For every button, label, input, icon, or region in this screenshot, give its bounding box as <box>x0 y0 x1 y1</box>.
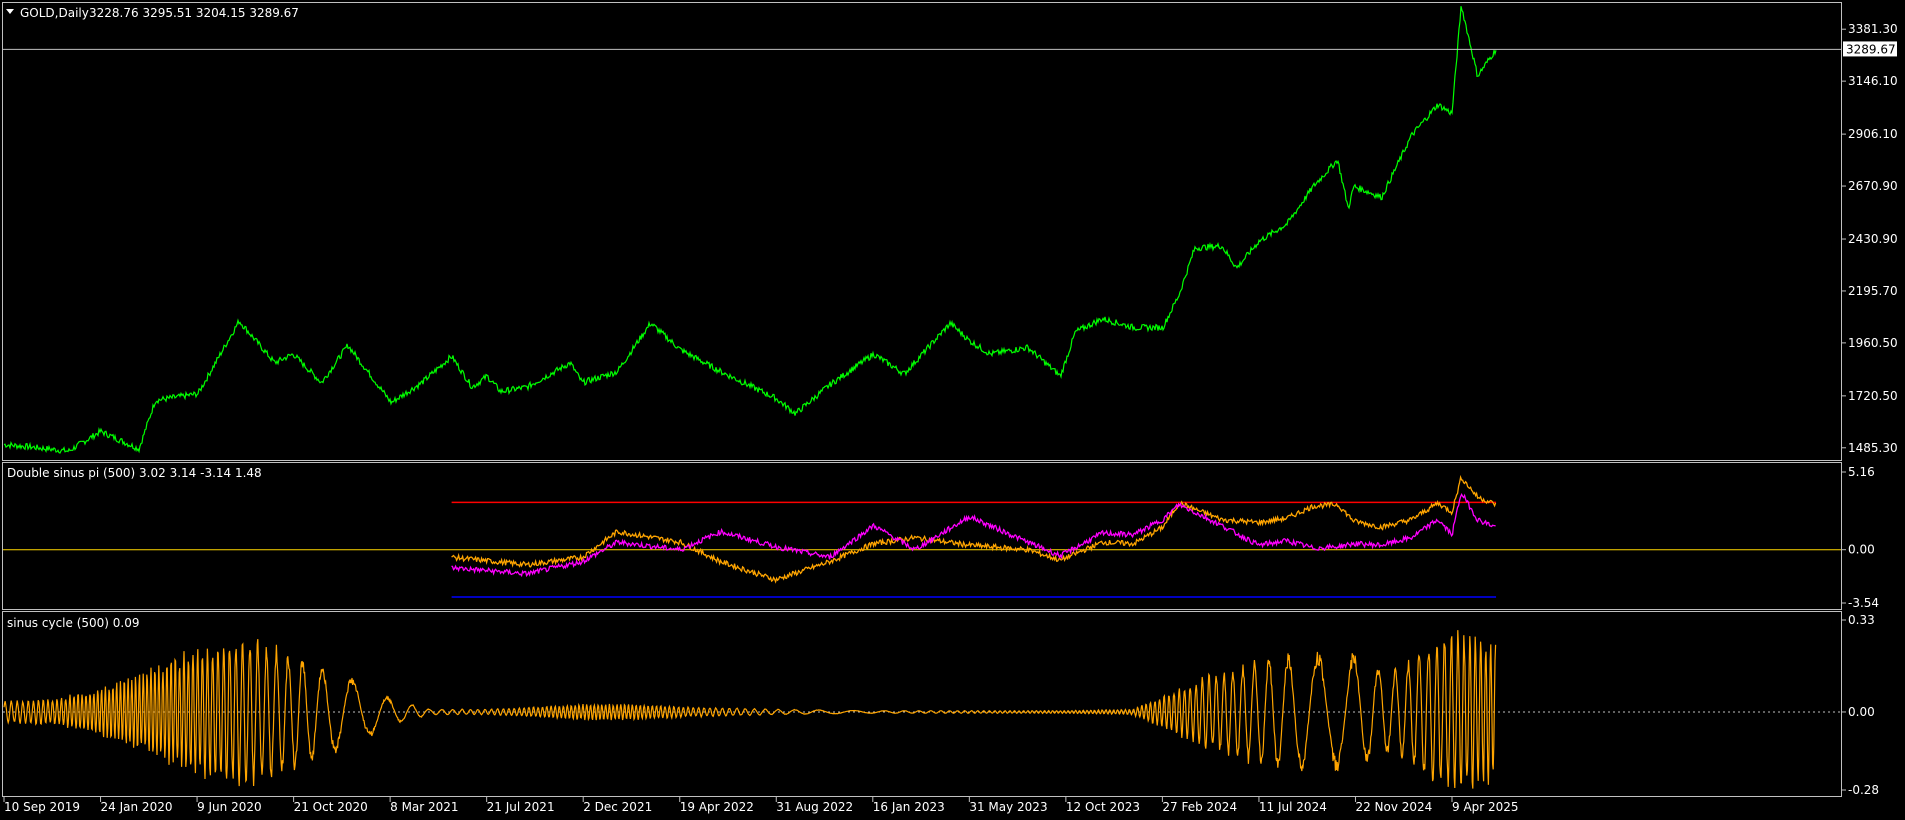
x-tick-label: 2 Dec 2021 <box>583 800 652 814</box>
x-tick-label: 8 Mar 2021 <box>390 800 458 814</box>
x-tick-label: 10 Sep 2019 <box>4 800 80 814</box>
x-axis-labels: 10 Sep 2019 24 Jan 2020 9 Jun 2020 21 Oct 2… <box>3 797 1519 814</box>
double-sinus-y-tick-label: 5.16 <box>1848 465 1875 479</box>
price-y-tick-label: 1720.50 <box>1848 389 1898 403</box>
x-tick-label: 16 Jan 2023 <box>873 800 945 814</box>
x-tick-label: 31 Aug 2022 <box>776 800 853 814</box>
double-sinus-title: Double sinus pi (500) 3.02 3.14 -3.14 1.… <box>7 466 262 480</box>
double-sinus-line-0 <box>451 474 1497 584</box>
sinus-cycle-y-tick-label: 0.33 <box>1848 613 1875 627</box>
current-price-badge-label: 3289.67 <box>1846 42 1896 56</box>
sinus-cycle-line <box>3 630 1497 789</box>
price-series-group <box>3 6 1841 454</box>
double-sinus-y-tick-label: -3.54 <box>1848 596 1879 610</box>
sinus-cycle-y-tick-label: 0.00 <box>1848 705 1875 719</box>
double-sinus-group <box>3 474 1841 598</box>
ohlc-values: 3228.76 3295.51 3204.15 3289.67 <box>89 6 299 20</box>
sinus-cycle-y-tick-label: -0.28 <box>1848 783 1879 797</box>
x-tick-label: 27 Feb 2024 <box>1162 800 1237 814</box>
double-sinus-y-tick-label: 0.00 <box>1848 543 1875 557</box>
price-y-tick-label: 1485.30 <box>1848 441 1898 455</box>
price-y-tick-label: 1960.50 <box>1848 336 1898 350</box>
x-tick-label: 22 Nov 2024 <box>1355 800 1432 814</box>
price-y-tick-label: 3381.30 <box>1848 22 1898 36</box>
price-y-tick-label: 2670.90 <box>1848 179 1898 193</box>
gold-price-line <box>3 6 1497 454</box>
sinus-cycle-title: sinus cycle (500) 0.09 <box>7 616 140 630</box>
x-tick-label: 19 Apr 2022 <box>680 800 754 814</box>
x-tick-label: 24 Jan 2020 <box>101 800 173 814</box>
price-y-tick-label: 2195.70 <box>1848 284 1898 298</box>
y-axis-labels: 3381.30 3146.10 2906.10 2670.90 2430.90 2195.… <box>1841 22 1898 797</box>
chevron-down-icon[interactable] <box>6 9 14 14</box>
x-tick-label: 11 Jul 2024 <box>1259 800 1327 814</box>
x-tick-label: 31 May 2023 <box>969 800 1047 814</box>
price-y-tick-label: 2430.90 <box>1848 232 1898 246</box>
main-pane-frame <box>2 2 1842 461</box>
double-sinus-pane-frame <box>2 462 1842 610</box>
price-y-tick-label: 2906.10 <box>1848 127 1898 141</box>
x-tick-label: 12 Oct 2023 <box>1066 800 1140 814</box>
x-tick-label: 21 Oct 2020 <box>294 800 368 814</box>
x-tick-label: 9 Jun 2020 <box>197 800 262 814</box>
trading-chart: GOLD,Daily 3228.76 3295.51 3204.15 3289.… <box>2 2 1898 814</box>
x-tick-label: 9 Apr 2025 <box>1452 800 1519 814</box>
symbol-title: GOLD,Daily <box>20 6 89 20</box>
x-tick-label: 21 Jul 2021 <box>487 800 555 814</box>
price-y-tick-label: 3146.10 <box>1848 74 1898 88</box>
sinus-cycle-group <box>3 630 1841 789</box>
